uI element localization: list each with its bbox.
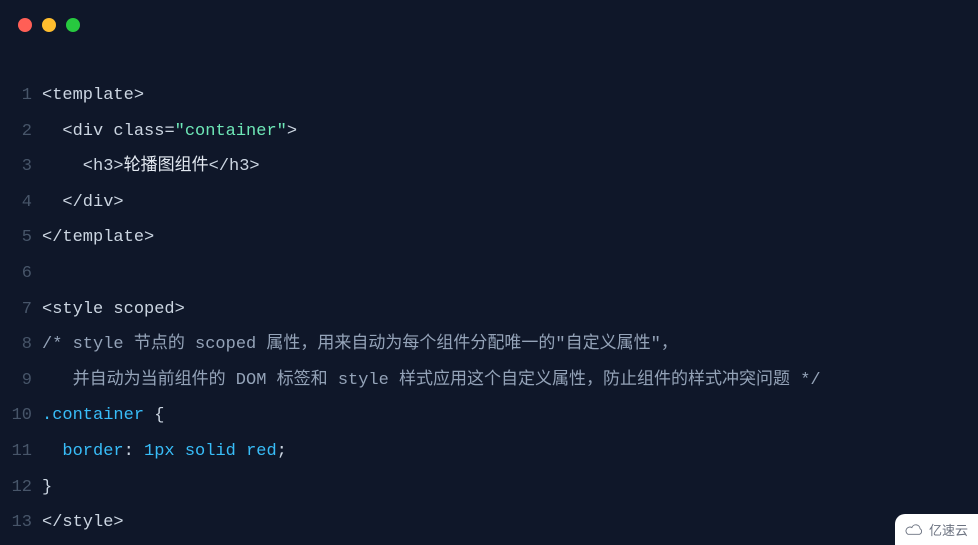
code-line[interactable]: 1<template> [0,78,978,114]
window-titlebar [0,0,978,50]
code-editor[interactable]: 1<template>2 <div class="container">3 <h… [0,50,978,541]
token-tag: </div> [42,193,124,212]
token-punct: ; [277,442,287,461]
code-content: <div class="container"> [42,114,297,150]
line-number: 7 [0,292,42,328]
line-number: 2 [0,114,42,150]
code-content: 并自动为当前组件的 DOM 标签和 style 样式应用这个自定义属性，防止组件… [42,363,821,399]
token-punct: = [164,122,174,141]
token-punct: : [124,442,144,461]
code-content: /* style 节点的 scoped 属性，用来自动为每个组件分配唯一的"自定… [42,327,678,363]
token-cm: /* style 节点的 scoped 属性，用来自动为每个组件分配唯一的"自定… [42,335,678,354]
token-str: "container" [175,122,287,141]
token-prop: border [62,442,123,461]
token-sel: .container [42,406,144,425]
line-number: 5 [0,220,42,256]
line-number: 11 [0,434,42,470]
token-tag: > [287,122,297,141]
token-punct [236,442,246,461]
token-tag: </template> [42,228,154,247]
line-number: 12 [0,470,42,506]
code-content: <style scoped> [42,292,185,328]
watermark-badge: 亿速云 [895,514,978,545]
line-number: 3 [0,149,42,185]
watermark-text: 亿速云 [929,520,968,539]
token-tag: <style [42,300,113,319]
maximize-icon[interactable] [66,18,80,32]
line-number: 6 [0,256,42,292]
code-content: <template> [42,78,144,114]
token-tag: </style> [42,513,124,532]
token-tag: </h3> [209,157,260,176]
token-tag: <h3> [42,157,124,176]
token-tag: <div [42,122,113,141]
code-line[interactable]: 4 </div> [0,185,978,221]
token-keyw: red [246,442,277,461]
code-line[interactable]: 3 <h3>轮播图组件</h3> [0,149,978,185]
token-punct: } [42,478,52,497]
token-tag: <template> [42,86,144,105]
cloud-icon [903,523,925,537]
token-punct: { [144,406,164,425]
line-number: 10 [0,398,42,434]
line-number: 9 [0,363,42,399]
token-attr: scoped [113,300,174,319]
code-line[interactable]: 5</template> [0,220,978,256]
code-line[interactable]: 2 <div class="container"> [0,114,978,150]
token-punct [175,442,185,461]
line-number: 1 [0,78,42,114]
code-line[interactable]: 6 [0,256,978,292]
code-line[interactable]: 9 并自动为当前组件的 DOM 标签和 style 样式应用这个自定义属性，防止… [0,363,978,399]
code-line[interactable]: 8/* style 节点的 scoped 属性，用来自动为每个组件分配唯一的"自… [0,327,978,363]
code-content: </style> [42,505,124,541]
token-punct [42,442,62,461]
code-content: </div> [42,185,124,221]
token-val: 1px [144,442,175,461]
close-icon[interactable] [18,18,32,32]
token-keyw: solid [185,442,236,461]
code-content: } [42,470,52,506]
code-content: border: 1px solid red; [42,434,287,470]
code-content: .container { [42,398,164,434]
token-attr: class [113,122,164,141]
code-line[interactable]: 11 border: 1px solid red; [0,434,978,470]
code-line[interactable]: 13</style> [0,505,978,541]
token-tag: > [175,300,185,319]
code-line[interactable]: 12} [0,470,978,506]
code-content: <h3>轮播图组件</h3> [42,149,260,185]
code-line[interactable]: 7<style scoped> [0,292,978,328]
line-number: 13 [0,505,42,541]
line-number: 4 [0,185,42,221]
line-number: 8 [0,327,42,363]
token-cm: 并自动为当前组件的 DOM 标签和 style 样式应用这个自定义属性，防止组件… [42,371,821,390]
token-text: 轮播图组件 [124,157,209,176]
minimize-icon[interactable] [42,18,56,32]
code-content: </template> [42,220,154,256]
code-line[interactable]: 10.container { [0,398,978,434]
